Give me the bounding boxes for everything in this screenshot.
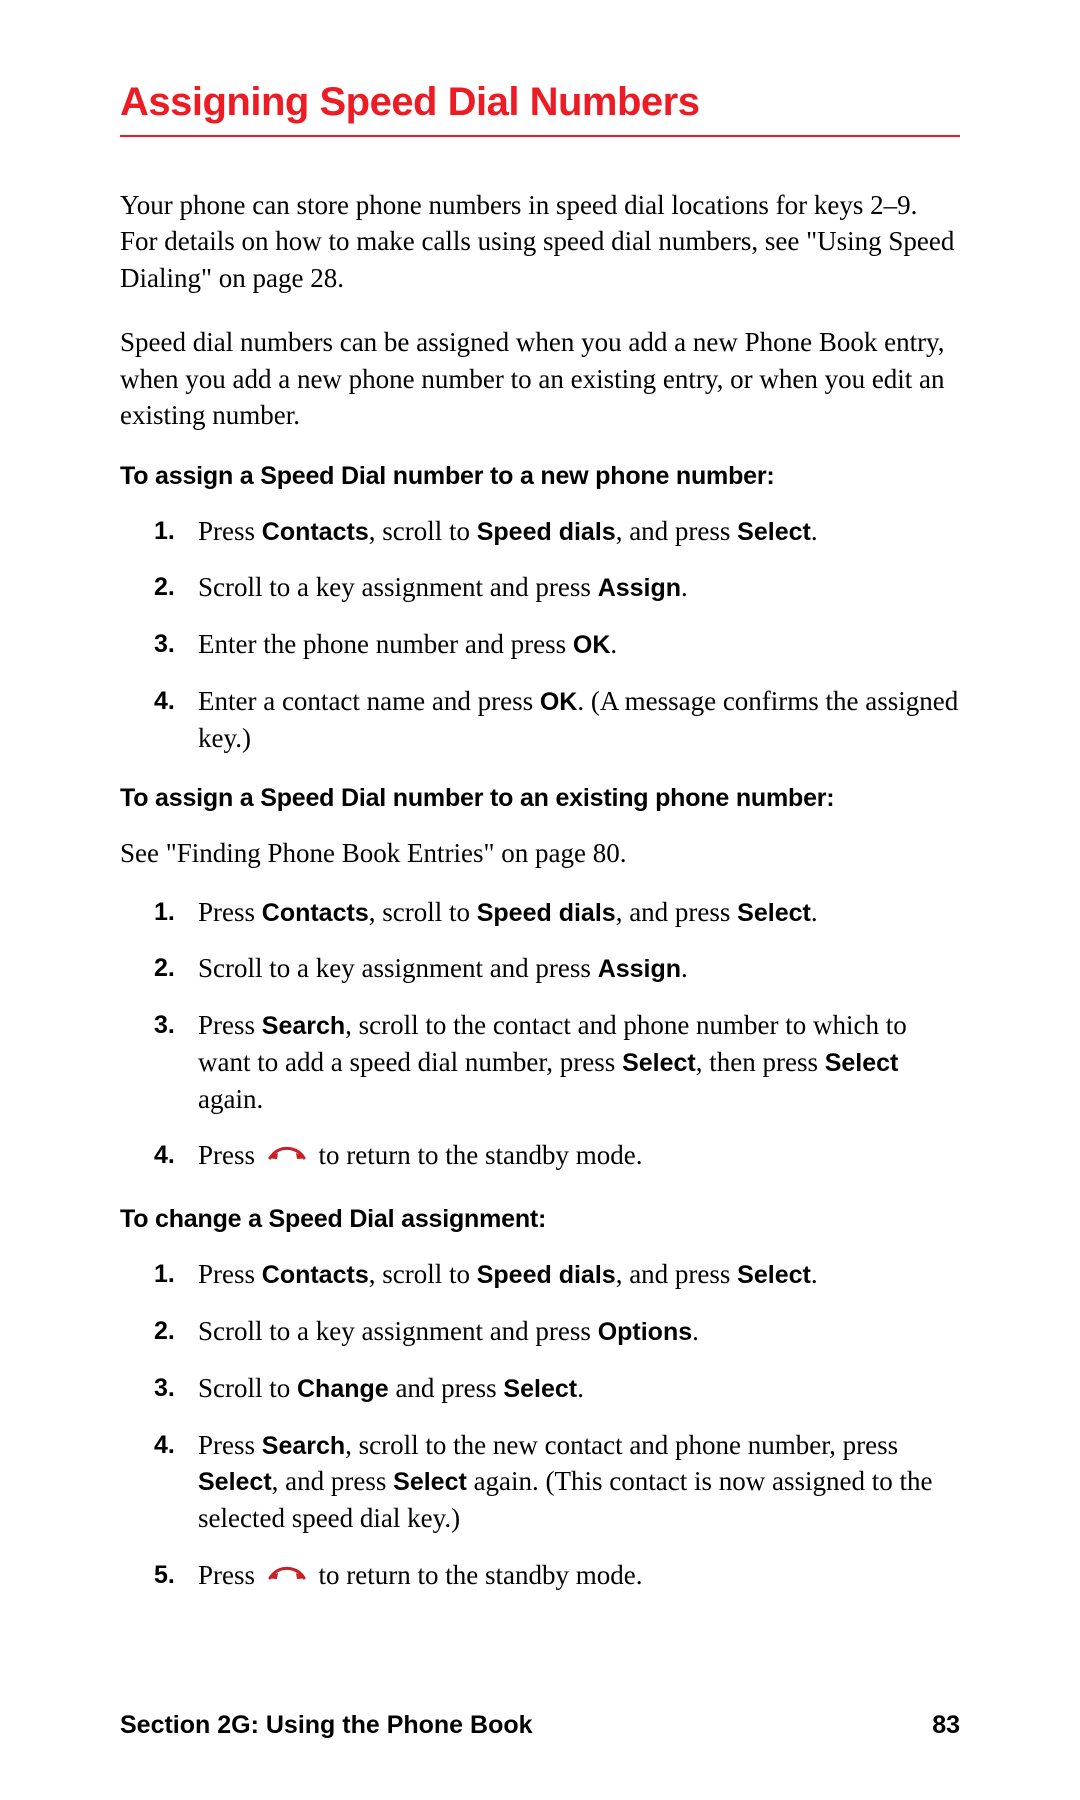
text-run: Press (198, 516, 262, 546)
text-run: , and press (616, 897, 737, 927)
text-run: , scroll to (369, 516, 477, 546)
text-run: . (811, 897, 818, 927)
text-run: to return to the standby mode. (312, 1560, 643, 1590)
bold-term: Select (737, 1261, 811, 1289)
step-item: Press Contacts, scroll to Speed dials, a… (120, 894, 960, 931)
bold-term: Contacts (262, 899, 369, 927)
section-title: Assigning Speed Dial Numbers (120, 80, 960, 137)
text-run: , scroll to (369, 1259, 477, 1289)
text-run: Press (198, 1010, 262, 1040)
bold-term: Speed dials (477, 899, 616, 927)
step-item: Scroll to Change and press Select. (120, 1370, 960, 1407)
end-call-icon (268, 1141, 306, 1177)
bold-term: Search (262, 1012, 345, 1040)
text-run: . (577, 1373, 584, 1403)
text-run: again. (198, 1084, 263, 1114)
text-run: Press (198, 897, 262, 927)
text-run: Press (198, 1140, 262, 1170)
bold-term: Assign (598, 955, 681, 983)
text-run: Press (198, 1560, 262, 1590)
bold-term: Change (297, 1375, 389, 1403)
text-run: . (811, 1259, 818, 1289)
text-run: Scroll to (198, 1373, 297, 1403)
bold-term: Contacts (262, 1261, 369, 1289)
bold-term: Speed dials (477, 518, 616, 546)
step-item: Enter the phone number and press OK. (120, 626, 960, 663)
text-run: . (681, 572, 688, 602)
footer-page-number: 83 (932, 1711, 960, 1740)
step-item: Scroll to a key assignment and press Ass… (120, 569, 960, 606)
text-run: Enter the phone number and press (198, 629, 573, 659)
bold-term: OK (540, 688, 578, 716)
step-item: Press to return to the standby mode. (120, 1557, 960, 1597)
step-item: Press Search, scroll to the contact and … (120, 1007, 960, 1117)
text-run: , scroll to (369, 897, 477, 927)
text-run: and press (389, 1373, 504, 1403)
bold-term: Select (737, 899, 811, 927)
intro-paragraphs: Your phone can store phone numbers in sp… (120, 187, 960, 434)
text-run: Press (198, 1259, 262, 1289)
text-run: , then press (696, 1047, 825, 1077)
text-run: . (610, 629, 617, 659)
text-run: Scroll to a key assignment and press (198, 572, 598, 602)
text-run: , and press (272, 1466, 393, 1496)
bold-term: OK (573, 631, 611, 659)
bold-term: Select (737, 518, 811, 546)
text-run: , and press (616, 516, 737, 546)
bold-term: Options (598, 1318, 692, 1346)
bold-term: Select (393, 1468, 467, 1496)
step-item: Scroll to a key assignment and press Ass… (120, 950, 960, 987)
text-run: Press (198, 1430, 262, 1460)
text-run: Scroll to a key assignment and press (198, 953, 598, 983)
bold-term: Assign (598, 574, 681, 602)
step-item: Enter a contact name and press OK. (A me… (120, 683, 960, 756)
procedure-steps: Press Contacts, scroll to Speed dials, a… (120, 894, 960, 1178)
procedure-heading: To assign a Speed Dial number to an exis… (120, 784, 960, 813)
procedure-steps: Press Contacts, scroll to Speed dials, a… (120, 513, 960, 756)
procedure-note: See "Finding Phone Book Entries" on page… (120, 835, 960, 871)
text-run: . (681, 953, 688, 983)
step-item: Press Contacts, scroll to Speed dials, a… (120, 513, 960, 550)
end-call-icon (268, 1561, 306, 1597)
intro-paragraph: Speed dial numbers can be assigned when … (120, 324, 960, 433)
procedure-heading: To assign a Speed Dial number to a new p… (120, 462, 960, 491)
bold-term: Search (262, 1432, 345, 1460)
procedure-steps: Press Contacts, scroll to Speed dials, a… (120, 1256, 960, 1597)
bold-term: Contacts (262, 518, 369, 546)
text-run: . (692, 1316, 699, 1346)
bold-term: Select (503, 1375, 577, 1403)
text-run: Enter a contact name and press (198, 686, 540, 716)
text-run: , scroll to the new contact and phone nu… (345, 1430, 898, 1460)
bold-term: Speed dials (477, 1261, 616, 1289)
text-run: to return to the standby mode. (312, 1140, 643, 1170)
procedure-heading: To change a Speed Dial assignment: (120, 1205, 960, 1234)
step-item: Press Search, scroll to the new contact … (120, 1427, 960, 1537)
page-footer: Section 2G: Using the Phone Book 83 (120, 1711, 960, 1740)
text-run: . (811, 516, 818, 546)
bold-term: Select (825, 1049, 899, 1077)
footer-section-label: Section 2G: Using the Phone Book (120, 1711, 533, 1740)
bold-term: Select (622, 1049, 696, 1077)
text-run: Scroll to a key assignment and press (198, 1316, 598, 1346)
bold-term: Select (198, 1468, 272, 1496)
page-content: Assigning Speed Dial Numbers Your phone … (120, 80, 960, 1625)
text-run: , and press (616, 1259, 737, 1289)
step-item: Press Contacts, scroll to Speed dials, a… (120, 1256, 960, 1293)
step-item: Scroll to a key assignment and press Opt… (120, 1313, 960, 1350)
step-item: Press to return to the standby mode. (120, 1137, 960, 1177)
sections-container: To assign a Speed Dial number to a new p… (120, 462, 960, 1597)
intro-paragraph: Your phone can store phone numbers in sp… (120, 187, 960, 296)
